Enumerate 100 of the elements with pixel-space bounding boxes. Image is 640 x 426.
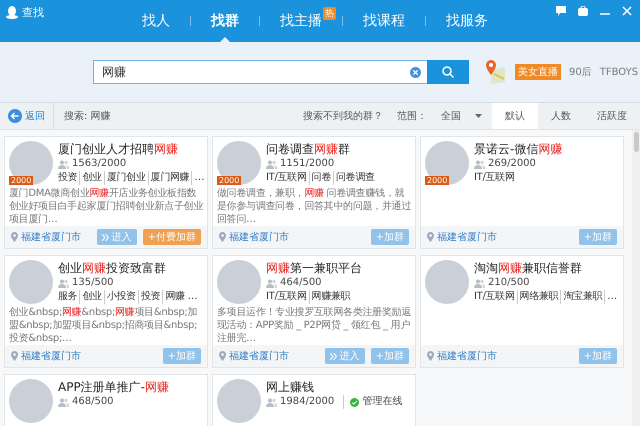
- people-icon: [58, 278, 69, 288]
- group-tag: 投资: [138, 290, 162, 304]
- member-count: 269/2000: [488, 157, 536, 171]
- group-tag: 服务: [58, 290, 80, 304]
- group-tag: 创业: [79, 171, 104, 185]
- member-count: 1563/2000: [72, 157, 126, 171]
- quick-search-link[interactable]: TFBOYS: [600, 66, 638, 78]
- group-location[interactable]: 福建省厦门市: [437, 230, 497, 244]
- member-count: 1984/2000: [280, 395, 334, 409]
- map-pin-icon[interactable]: [485, 60, 507, 84]
- group-title[interactable]: 创业网赚投资致富群: [58, 260, 207, 276]
- people-icon: [58, 398, 69, 406]
- group-title[interactable]: 网赚第一兼职平台: [266, 260, 415, 276]
- group-description: 做问卷调查，兼职，网赚 问卷调查赚钱，就是你参与调查问卷，回答其中的问题，并通过回答问…: [216, 186, 412, 226]
- group-description: 创业&nbsp;网赚&nbsp;网赚项目&nbsp;加盟&nbsp;加盟项目&nbsp;招商项目&nbsp;投资&nbsp;…: [8, 306, 198, 345]
- group-tag: 厦门创业: [104, 171, 148, 185]
- group-tag: 创业: [79, 290, 104, 304]
- people-icon: [266, 278, 277, 288]
- scope-label: 范围：: [397, 110, 427, 123]
- level-badge: 2000: [217, 176, 242, 185]
- member-count: 210/500: [488, 276, 530, 290]
- back-button[interactable]: 返回: [0, 103, 54, 129]
- nav-tab[interactable]: 找课程: [343, 0, 425, 42]
- group-avatar: [9, 379, 53, 423]
- group-tag: 网赚兼职: [308, 290, 352, 304]
- location-pin-icon: [11, 351, 18, 361]
- group-tag: 网络兼职: [516, 290, 560, 304]
- feedback-icon[interactable]: [556, 6, 566, 16]
- group-title[interactable]: APP注册单推广-网赚: [58, 379, 207, 395]
- group-location[interactable]: 福建省厦门市: [229, 349, 289, 363]
- group-title[interactable]: 问卷调查网赚群: [266, 141, 415, 157]
- sort-tab[interactable]: 活跃度: [584, 103, 640, 129]
- admin-online-label: 管理在线: [362, 395, 402, 409]
- group-tag: IT/互联网: [266, 171, 309, 185]
- location-pin-icon: [427, 232, 434, 242]
- group-tag: IT/互联网: [474, 171, 517, 185]
- paid-join-button[interactable]: +付费加群: [142, 229, 201, 245]
- back-arrow-icon: [8, 109, 22, 123]
- group-avatar: [425, 260, 469, 304]
- check-icon: [350, 398, 360, 406]
- level-badge: 2000: [425, 176, 450, 185]
- level-badge: 2000: [9, 176, 34, 185]
- search-icon: [442, 66, 454, 78]
- group-tag: …: [604, 290, 619, 304]
- close-icon[interactable]: [622, 6, 632, 16]
- scope-dropdown[interactable]: 全国: [441, 109, 461, 123]
- double-chevron-icon: [102, 234, 109, 240]
- hot-search-tag[interactable]: 美女直播: [515, 64, 561, 80]
- group-tag: 小投资: [104, 290, 138, 304]
- group-title[interactable]: 厦门创业人才招聘网赚: [58, 141, 207, 157]
- group-title[interactable]: 淘淘网赚兼职信誉群: [474, 260, 623, 276]
- group-tag: 网赚 …: [162, 290, 200, 304]
- scrollbar[interactable]: [632, 130, 640, 426]
- nav-tab[interactable]: 找群: [191, 0, 259, 42]
- search-query-label: 搜索: 网赚: [64, 110, 112, 123]
- member-count: 464/500: [280, 276, 322, 290]
- caret-icon[interactable]: [475, 114, 482, 118]
- group-tag: IT/互联网: [266, 290, 309, 304]
- group-location[interactable]: 福建省厦门市: [229, 230, 289, 244]
- group-avatar: [9, 260, 53, 304]
- people-icon: [266, 398, 277, 406]
- location-pin-icon: [427, 351, 434, 361]
- search-field[interactable]: 网赚: [93, 60, 427, 84]
- people-icon: [266, 160, 277, 168]
- group-title[interactable]: 网上赚钱: [266, 379, 415, 395]
- double-chevron-icon: [330, 352, 337, 360]
- nav-tab[interactable]: 找服务: [426, 0, 508, 42]
- location-pin-icon: [11, 232, 18, 242]
- group-location[interactable]: 福建省厦门市: [437, 349, 497, 363]
- group-title[interactable]: 景诺云-微信网赚: [474, 141, 623, 157]
- group-description: 厦门DMA微商创业网赚开店业务创业板指数创业好项目白手起家厦门招聘创业新点子创业项目厦门…: [8, 186, 204, 226]
- location-pin-icon: [219, 232, 226, 242]
- group-avatar: [425, 141, 469, 185]
- search-button[interactable]: [427, 60, 469, 84]
- group-avatar: [217, 260, 261, 304]
- member-count: 1151/2000: [280, 157, 334, 171]
- location-pin-icon: [219, 351, 226, 361]
- group-tag: 投资: [58, 171, 80, 185]
- not-found-link[interactable]: 搜索不到我的群？: [303, 109, 383, 123]
- group-location[interactable]: 福建省厦门市: [21, 230, 81, 244]
- group-tag: 淘宝兼职: [560, 290, 604, 304]
- group-avatar: [9, 141, 53, 185]
- nav-tab[interactable]: 找人: [122, 0, 190, 42]
- clear-icon[interactable]: [410, 66, 421, 78]
- group-description: 多项目运作！专业搜罗互联网各类注册奖励返现活动：APP奖励 _ P2P网贷 _ 领红包 _ 用户注册完…: [216, 306, 412, 345]
- sort-tab[interactable]: 默认: [492, 103, 538, 129]
- group-tag: IT/互联网: [474, 290, 517, 304]
- window-title: 查找: [22, 5, 44, 20]
- group-tag: 厦门网赚: [148, 171, 192, 185]
- quick-search-link[interactable]: 90后: [569, 65, 592, 79]
- sort-tab[interactable]: 人数: [538, 103, 584, 129]
- group-tag: 问卷调查: [333, 171, 377, 185]
- people-icon: [58, 160, 69, 168]
- group-location[interactable]: 福建省厦门市: [21, 349, 81, 363]
- member-count: 468/500: [72, 395, 114, 409]
- people-icon: [474, 160, 485, 168]
- member-count: 135/500: [72, 276, 114, 290]
- hot-badge: 热: [323, 7, 336, 20]
- people-icon: [474, 278, 485, 288]
- group-tag: …: [191, 171, 206, 185]
